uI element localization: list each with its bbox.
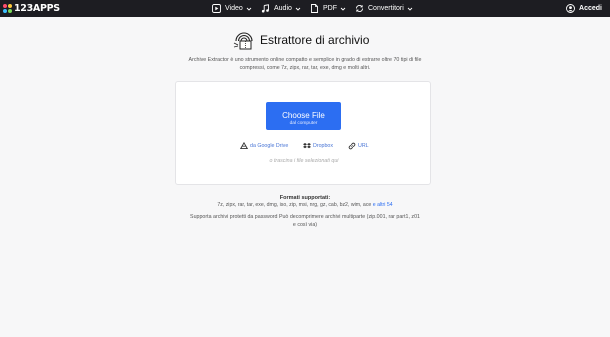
dropbox-label: Dropbox (313, 142, 334, 149)
url-link[interactable]: URL (348, 141, 369, 150)
pdf-icon (310, 4, 319, 13)
login-button[interactable]: Accedi (566, 0, 602, 17)
logo-text: 123APPS (14, 3, 60, 14)
nav-converters-menu[interactable]: Convertitori (355, 0, 414, 17)
music-note-icon (261, 4, 270, 13)
top-navigation-bar: 123APPS Video Audio PDF Convertitori Acc (0, 0, 610, 17)
archive-extractor-icon (232, 29, 256, 51)
choose-file-sublabel: dal computer (289, 121, 318, 126)
dropbox-link[interactable]: Dropbox (303, 141, 333, 150)
page-title-block: Estrattore di archivio (232, 29, 369, 51)
login-label: Accedi (579, 5, 602, 12)
supported-formats-title: Formati supportati: (279, 195, 331, 201)
more-formats-link[interactable]: e altri 54 (373, 202, 393, 208)
nav-pdf-menu[interactable]: PDF (310, 0, 347, 17)
play-icon (212, 4, 221, 13)
logo[interactable]: 123APPS (3, 2, 60, 15)
page-title: Estrattore di archivio (260, 33, 370, 47)
nav-video-menu[interactable]: Video (212, 0, 253, 17)
upload-panel: Choose File dal computer da Google Drive… (175, 81, 431, 185)
chevron-down-icon (246, 5, 253, 12)
nav-audio-label: Audio (274, 5, 292, 12)
user-icon (566, 4, 575, 13)
choose-file-button[interactable]: Choose File dal computer (266, 102, 341, 130)
page-description: Archive Extractor è uno strumento online… (188, 57, 422, 71)
chevron-down-icon (340, 5, 347, 12)
dropbox-icon (303, 142, 311, 150)
nav-video-label: Video (225, 5, 243, 12)
support-info: Supporta archivi protetti da password Pu… (190, 214, 420, 228)
nav-converters-label: Convertitori (368, 5, 404, 12)
chevron-down-icon (407, 5, 414, 12)
chevron-down-icon (295, 5, 302, 12)
drop-zone-hint[interactable]: o trascina i file selezionati qui (176, 158, 432, 164)
convert-icon (355, 4, 364, 13)
nav-audio-menu[interactable]: Audio (261, 0, 302, 17)
google-drive-label: da Google Drive (250, 142, 289, 149)
google-drive-link[interactable]: da Google Drive (240, 141, 288, 150)
nav-pdf-label: PDF (323, 5, 337, 12)
supported-formats-list: 7z, zipx, rar, tar, exe, dmg, iso, zip, … (180, 202, 430, 208)
logo-mark-icon (3, 4, 12, 13)
formats-list-text: 7z, zipx, rar, tar, exe, dmg, iso, zip, … (217, 202, 372, 208)
url-label: URL (358, 142, 369, 149)
choose-file-label: Choose File (282, 111, 325, 120)
google-drive-icon (240, 141, 248, 150)
link-icon (348, 142, 356, 150)
